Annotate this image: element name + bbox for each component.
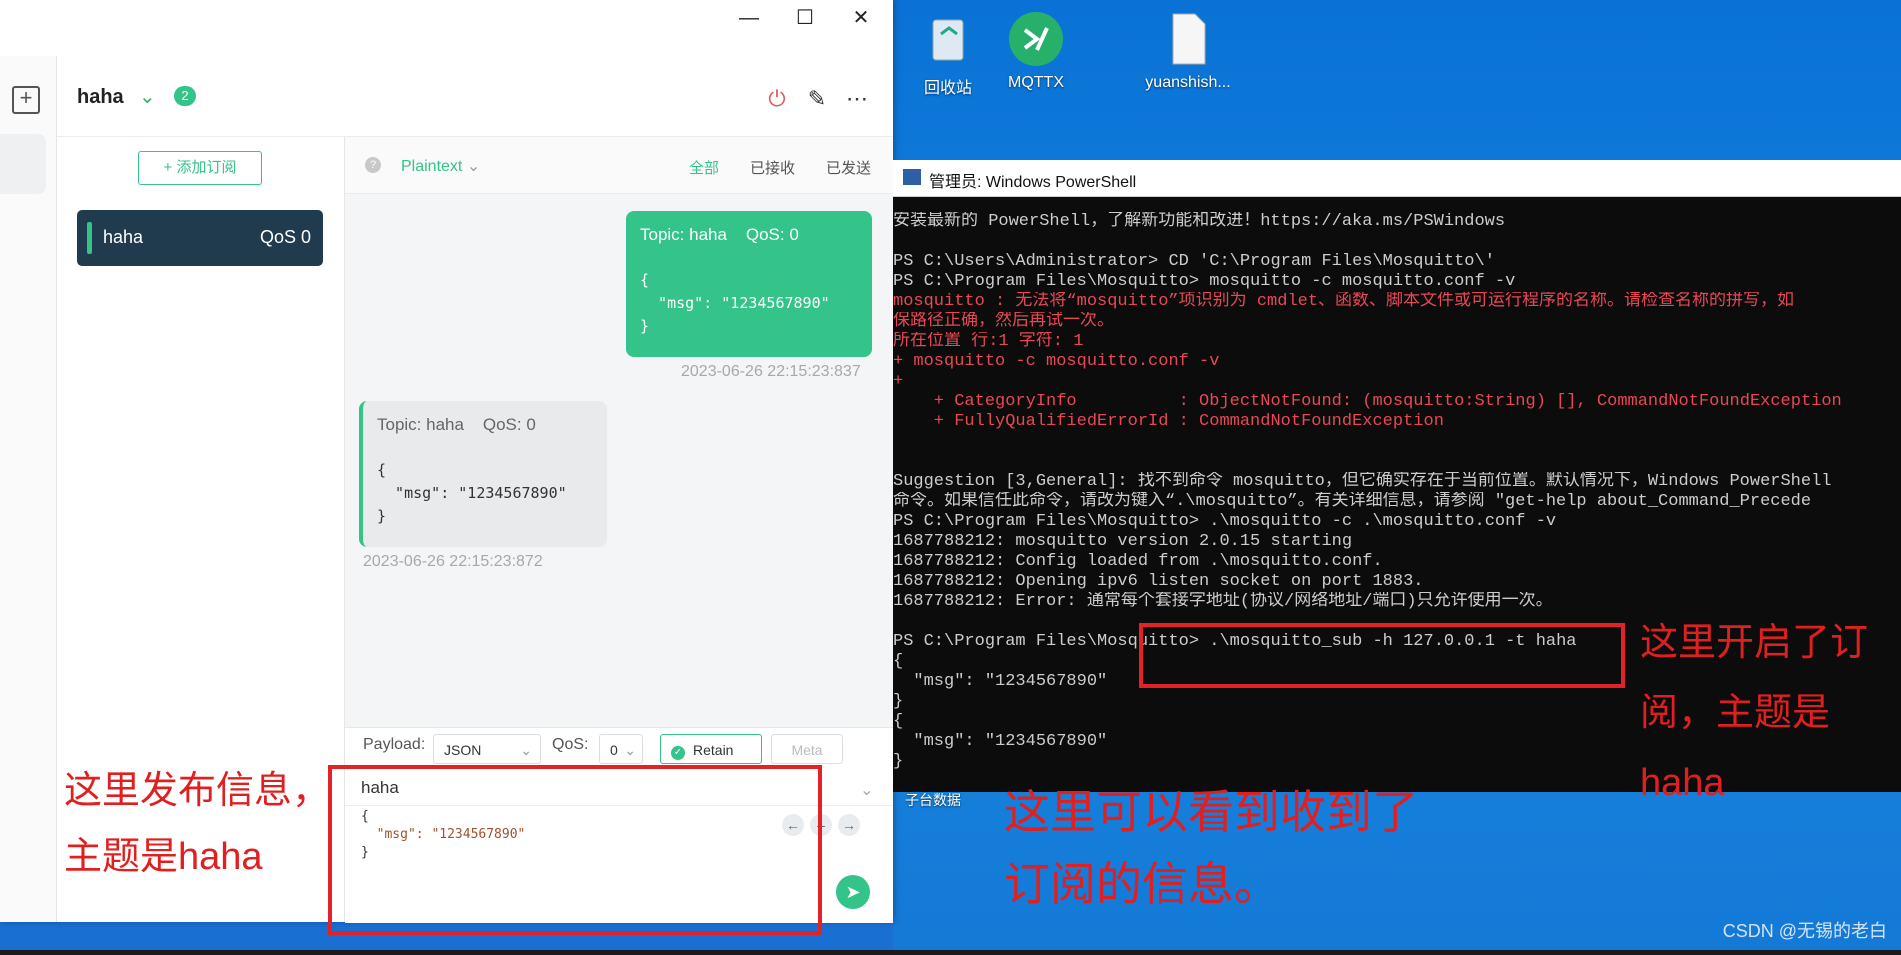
message-toolbar: ? Plaintext ⌄ 全部 已接收 已发送 bbox=[345, 137, 893, 194]
connection-header: haha ⌄ 2 ⏻ ✎ ⋯ bbox=[57, 56, 893, 137]
desktop-icon-label: yuanshish... bbox=[1145, 74, 1231, 91]
filter-all[interactable]: 全部 bbox=[689, 157, 719, 178]
powershell-line: 安装最新的 PowerShell，了解新功能和改进！https://aka.ms… bbox=[893, 212, 1506, 231]
powershell-line bbox=[893, 432, 1901, 452]
message-list: ? Plaintext ⌄ 全部 已接收 已发送 Topic: haha QoS… bbox=[345, 137, 893, 727]
powershell-title: 管理员: Windows PowerShell bbox=[929, 174, 1137, 191]
chevron-down-icon: ⌄ bbox=[466, 158, 481, 175]
powershell-titlebar: 管理员: Windows PowerShell bbox=[893, 160, 1901, 197]
message-timestamp: 2023-06-26 22:15:23:837 bbox=[681, 363, 861, 380]
document-file-icon bbox=[1159, 10, 1217, 68]
csdn-watermark: CSDN @无锡的老白 bbox=[1722, 921, 1887, 941]
powershell-line: + mosquitto -c mosquitto.conf -v bbox=[893, 352, 1220, 371]
minimize-button[interactable]: — bbox=[727, 4, 771, 32]
powershell-line bbox=[893, 452, 1901, 472]
desktop-icon-mqttx[interactable]: MQTTX bbox=[981, 10, 1091, 92]
qos-select[interactable]: 0 ⌄ bbox=[599, 734, 643, 764]
powershell-line: PS C:\Users\Administrator> CD 'C:\Progra… bbox=[893, 252, 1495, 271]
annotation-received-note: 这里可以看到收到了 订阅的信息。 bbox=[1004, 786, 1418, 910]
sent-message-bubble[interactable]: Topic: haha QoS: 0 { "msg": "1234567890"… bbox=[626, 211, 872, 357]
powershell-line: 1687788212: Config loaded from .\mosquit… bbox=[893, 552, 1383, 571]
add-subscription-button[interactable]: + 添加订阅 bbox=[138, 151, 262, 185]
desktop-icon-label: MQTTX bbox=[1008, 74, 1064, 91]
subscription-topic: haha bbox=[103, 227, 144, 247]
qos-label: QoS: bbox=[552, 736, 589, 753]
powershell-line: Suggestion [3,General]: 找不到命令 mosquitto，… bbox=[893, 472, 1832, 491]
message-timestamp: 2023-06-26 22:15:23:872 bbox=[363, 553, 543, 570]
close-button[interactable]: ✕ bbox=[839, 4, 883, 32]
powershell-line: 1687788212: Opening ipv6 listen socket o… bbox=[893, 572, 1424, 591]
powershell-line: 保路径正确，然后再试一次。 bbox=[893, 312, 1114, 331]
unread-count-badge: 2 bbox=[174, 86, 196, 106]
powershell-line: + bbox=[893, 372, 904, 391]
format-select[interactable]: Plaintext ⌄ bbox=[401, 156, 480, 176]
powershell-line: 所在位置 行:1 字符: 1 bbox=[893, 332, 1084, 351]
help-icon[interactable]: ? bbox=[365, 157, 381, 173]
payload-type-select[interactable]: JSON ⌄ bbox=[433, 734, 541, 764]
more-options-icon[interactable]: ⋯ bbox=[843, 86, 871, 114]
powershell-line: PS C:\Program Files\Mosquitto> mosquitto… bbox=[893, 272, 1516, 291]
annotation-box-publish bbox=[328, 765, 822, 935]
filter-sent[interactable]: 已发送 bbox=[826, 157, 871, 178]
chevron-down-icon: ⌄ bbox=[520, 742, 532, 758]
meta-button[interactable]: Meta bbox=[771, 734, 843, 764]
annotation-publish-note: 这里发布信息， 主题是haha bbox=[64, 770, 331, 878]
taskbar bbox=[0, 950, 1901, 955]
received-message-bubble[interactable]: Topic: haha QoS: 0 { "msg": "1234567890"… bbox=[359, 401, 607, 547]
check-icon: ✓ bbox=[671, 746, 685, 760]
filter-received[interactable]: 已接收 bbox=[750, 157, 795, 178]
desktop-icon-folder[interactable]: 子台数据 bbox=[893, 790, 973, 810]
window-titlebar: — ☐ ✕ bbox=[0, 0, 893, 36]
powershell-line: mosquitto : 无法将“mosquitto”项识别为 cmdlet、函数… bbox=[893, 292, 1795, 311]
next-history-icon[interactable]: → bbox=[838, 814, 860, 836]
disconnect-power-icon[interactable]: ⏻ bbox=[763, 86, 791, 114]
payload-label: Payload: bbox=[363, 736, 426, 753]
desktop-icon-label: 子台数据 bbox=[905, 792, 961, 808]
powershell-line: 1687788212: mosquitto version 2.0.15 sta… bbox=[893, 532, 1353, 551]
chevron-down-icon[interactable]: ⌄ bbox=[860, 780, 873, 800]
selected-connection-tile[interactable] bbox=[0, 134, 46, 194]
powershell-line: + FullyQualifiedErrorId : CommandNotFoun… bbox=[893, 412, 1444, 431]
subscription-color-bar bbox=[87, 222, 92, 254]
subscription-item[interactable]: haha QoS 0 bbox=[77, 210, 323, 266]
annotation-box-subscribe bbox=[1139, 623, 1625, 688]
expand-double-chevron-icon[interactable]: ⌄ bbox=[139, 84, 156, 109]
powershell-line bbox=[893, 232, 1901, 252]
message-topic: Topic: haha QoS: 0 bbox=[640, 225, 799, 244]
message-topic: Topic: haha QoS: 0 bbox=[377, 415, 536, 434]
message-body: { "msg": "1234567890" } bbox=[377, 461, 567, 525]
powershell-line: 命令。如果信任此命令，请改为键入“.\mosquitto”。有关详细信息，请参阅… bbox=[893, 492, 1812, 511]
annotation-subscribe-note: 这里开启了订 阅，主题是 haha bbox=[1640, 622, 1869, 804]
new-connection-icon[interactable]: + bbox=[12, 86, 40, 114]
message-body: { "msg": "1234567890" } bbox=[640, 271, 830, 335]
powershell-icon bbox=[903, 169, 921, 185]
desktop-icon-document[interactable]: yuanshish... bbox=[1133, 10, 1243, 92]
desktop-icon-label: 回收站 bbox=[923, 80, 972, 97]
connection-name: haha bbox=[77, 86, 124, 108]
edit-pencil-icon[interactable]: ✎ bbox=[803, 86, 831, 114]
retain-toggle[interactable]: ✓ Retain bbox=[660, 734, 762, 764]
powershell-line: + CategoryInfo : ObjectNotFound: (mosqui… bbox=[893, 392, 1842, 411]
left-rail: + bbox=[0, 56, 57, 922]
chevron-down-icon: ⌄ bbox=[624, 742, 636, 758]
maximize-button[interactable]: ☐ bbox=[783, 4, 827, 32]
powershell-line: PS C:\Program Files\Mosquitto> .\mosquit… bbox=[893, 512, 1557, 531]
subscription-qos: QoS 0 bbox=[259, 227, 311, 247]
recycle-bin-icon bbox=[919, 10, 977, 68]
send-button[interactable]: ➤ bbox=[836, 875, 870, 909]
format-value: Plaintext bbox=[401, 158, 463, 175]
mqttx-app-icon bbox=[1007, 10, 1065, 68]
